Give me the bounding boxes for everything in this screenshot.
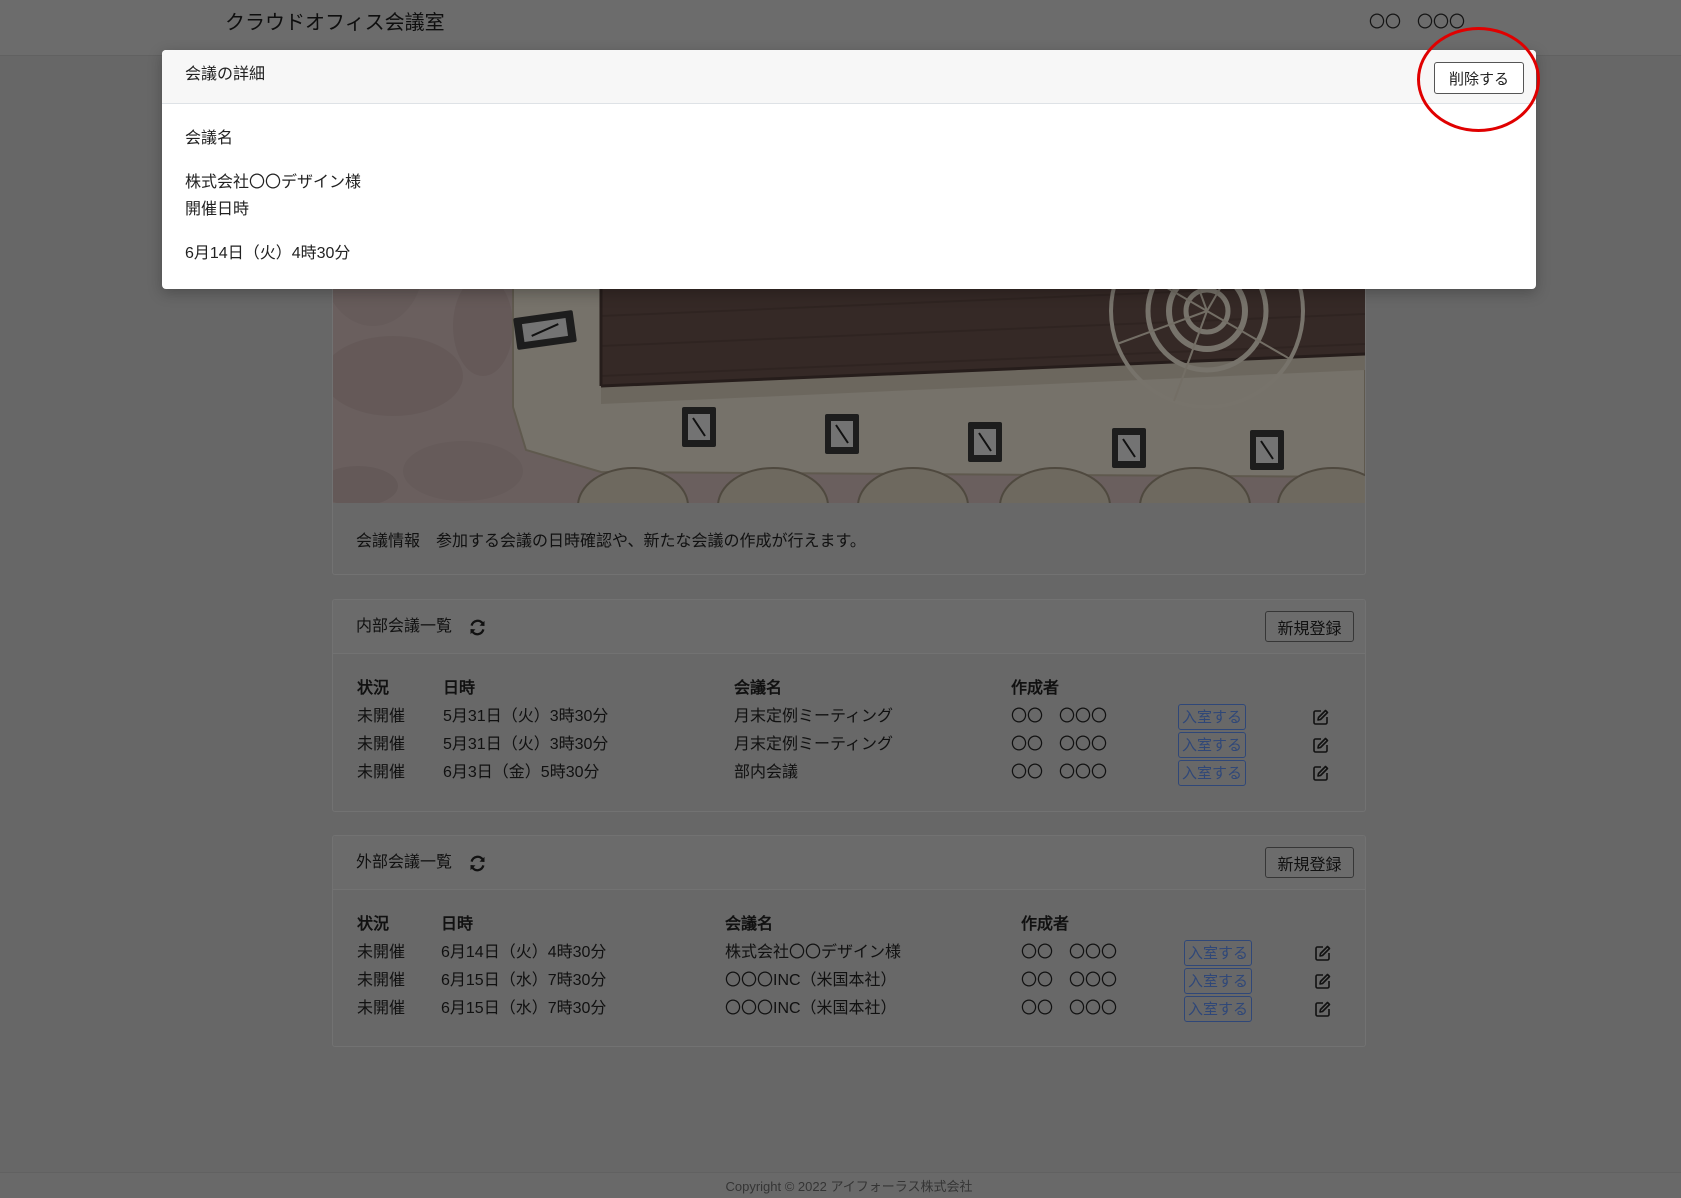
meeting-name-label: 会議名 bbox=[185, 130, 234, 147]
modal-title: 会議の詳細 bbox=[185, 66, 266, 83]
meeting-datetime-value: 6月14日（火）4時30分 bbox=[185, 245, 351, 262]
meeting-name-value: 株式会社〇〇デザイン様 bbox=[185, 174, 362, 191]
meeting-detail-modal: 会議の詳細 削除する 会議名 株式会社〇〇デザイン様 開催日時 6月14日（火）… bbox=[162, 50, 1536, 289]
delete-button[interactable]: 削除する bbox=[1434, 62, 1524, 94]
modal-body: 会議名 株式会社〇〇デザイン様 開催日時 6月14日（火）4時30分 bbox=[162, 104, 1536, 267]
meeting-datetime-label: 開催日時 bbox=[185, 201, 250, 218]
modal-header: 会議の詳細 削除する bbox=[162, 50, 1536, 104]
